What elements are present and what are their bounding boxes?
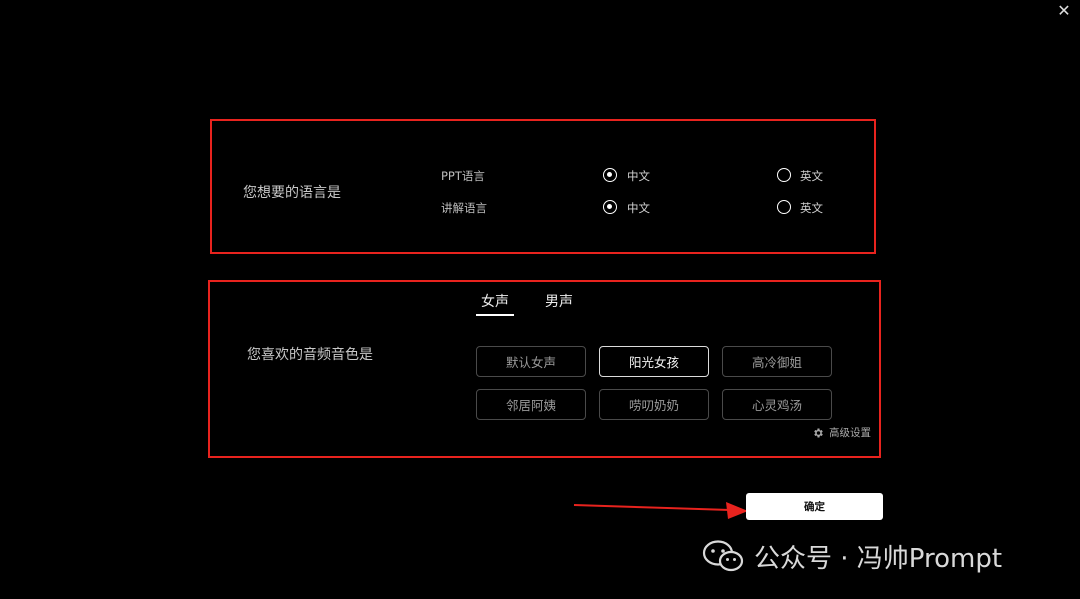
watermark: 公众号 · 冯帅Prompt	[702, 536, 1002, 576]
voice-option-cool-lady[interactable]: 高冷御姐	[722, 346, 832, 377]
annotation-arrow	[573, 502, 748, 519]
active-tab-underline	[476, 314, 514, 316]
close-button[interactable]: ✕	[1052, 0, 1076, 24]
narration-language-chinese-label[interactable]: 中文	[627, 200, 650, 216]
narration-language-chinese-radio[interactable]	[603, 200, 617, 214]
narration-language-english-label[interactable]: 英文	[800, 200, 823, 216]
voice-option-soul-soup[interactable]: 心灵鸡汤	[722, 389, 832, 420]
wechat-icon	[702, 540, 744, 572]
language-question: 您想要的语言是	[243, 185, 341, 201]
gear-icon	[814, 428, 823, 437]
ppt-language-english-radio[interactable]	[777, 168, 791, 182]
voice-question: 您喜欢的音频音色是	[247, 347, 373, 363]
ppt-language-label: PPT语言	[441, 169, 485, 183]
voice-option-chatty-grandma[interactable]: 唠叨奶奶	[599, 389, 709, 420]
voice-option-default-female[interactable]: 默认女声	[476, 346, 586, 377]
narration-language-label: 讲解语言	[441, 201, 487, 215]
ppt-language-chinese-label[interactable]: 中文	[627, 168, 650, 184]
watermark-text: 公众号 · 冯帅Prompt	[754, 543, 1003, 574]
advanced-settings-label: 高级设置	[829, 427, 871, 439]
ppt-language-chinese-radio[interactable]	[603, 168, 617, 182]
tab-male-voice[interactable]: 男声	[545, 291, 573, 311]
voice-option-sunshine-girl[interactable]: 阳光女孩	[599, 346, 709, 377]
narration-language-english-radio[interactable]	[777, 200, 791, 214]
confirm-button[interactable]: 确定	[746, 493, 883, 520]
advanced-settings-link[interactable]: 高级设置	[812, 425, 871, 440]
tab-female-voice[interactable]: 女声	[481, 291, 509, 311]
ppt-language-english-label[interactable]: 英文	[800, 168, 823, 184]
voice-option-neighbor-aunt[interactable]: 邻居阿姨	[476, 389, 586, 420]
close-icon: ✕	[1057, 1, 1071, 20]
